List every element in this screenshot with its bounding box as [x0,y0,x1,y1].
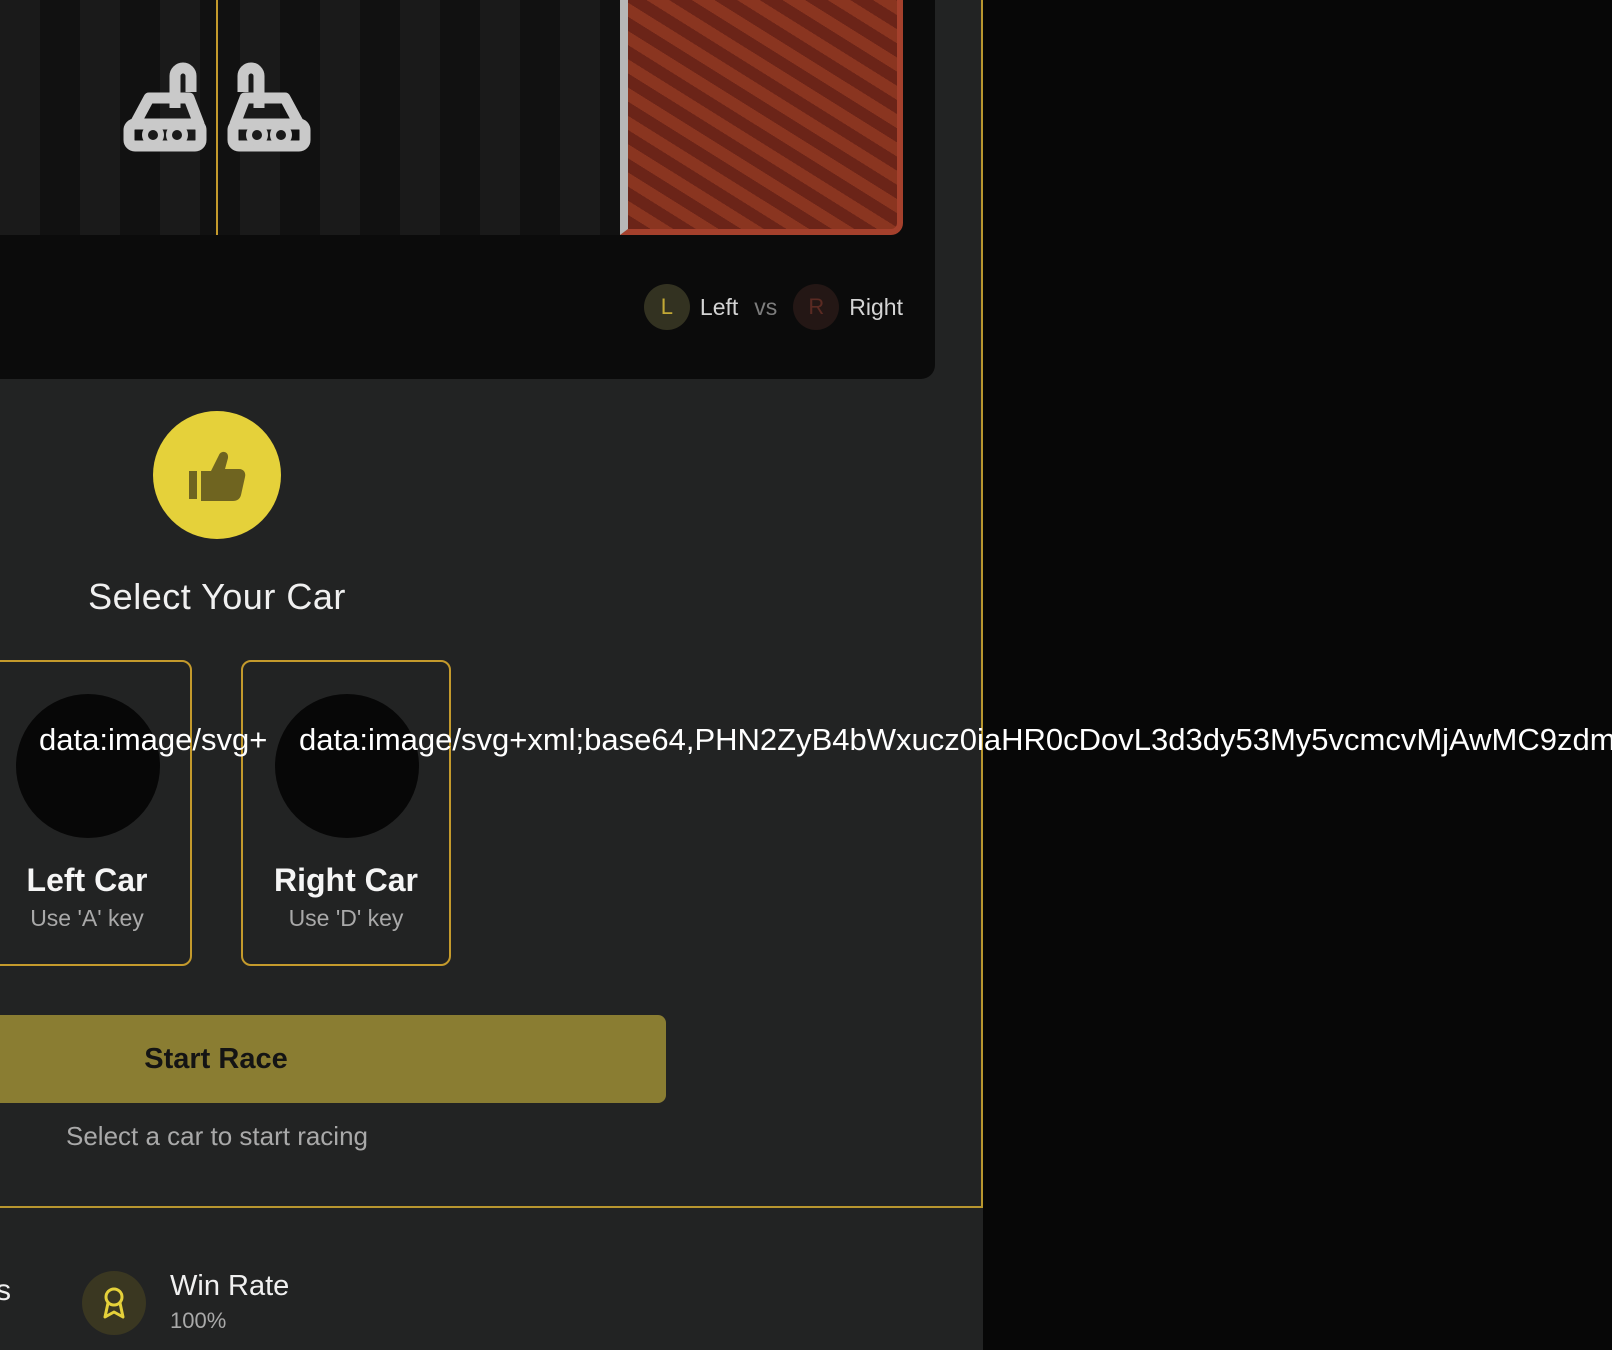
left-car-card[interactable]: Left Car Use 'A' key [0,660,192,966]
game-panel: L Left vs R Right Select Your Car Left C… [0,0,983,1350]
start-hint: Select a car to start racing [65,1121,369,1151]
win-rate-badge [82,1271,146,1335]
thumbs-up-badge [153,411,281,539]
stats-bar: s Win Rate 100% [0,1206,983,1350]
finish-zone [620,0,903,235]
start-race-button[interactable]: Start Race [0,1015,666,1103]
race-view: L Left vs R Right [0,0,935,379]
left-car-hint: Use 'A' key [30,905,144,931]
matchup-indicator: L Left vs R Right [643,284,903,330]
left-car-icon [123,62,207,152]
right-car-broken-image-text: data:image/svg+xml;base64,PHN2ZyB4bWxucz… [299,722,1612,757]
stat-fragment: s [0,1274,11,1307]
lane-divider [216,0,218,235]
award-icon [103,1287,125,1319]
left-car-avatar [16,694,160,838]
right-car-card[interactable]: Right Car Use 'D' key [241,660,451,966]
right-label: Right [849,293,903,320]
right-car-hint: Use 'D' key [288,905,404,931]
right-car-name: Right Car [274,862,418,898]
left-car-name: Left Car [26,862,148,898]
right-badge: R [793,284,840,330]
vs-label: vs [754,293,778,320]
left-car-broken-image-text: data:image/svg+ [39,722,268,757]
thumbs-up-icon [189,451,246,501]
race-track [0,0,620,235]
left-badge: L [643,284,690,330]
select-title: Select Your Car [88,576,346,617]
right-car-icon [227,62,311,152]
left-label: Left [699,293,739,320]
right-car-avatar [275,694,419,838]
win-rate-label: Win Rate [170,1270,290,1302]
win-rate-value: 100% [170,1308,227,1333]
